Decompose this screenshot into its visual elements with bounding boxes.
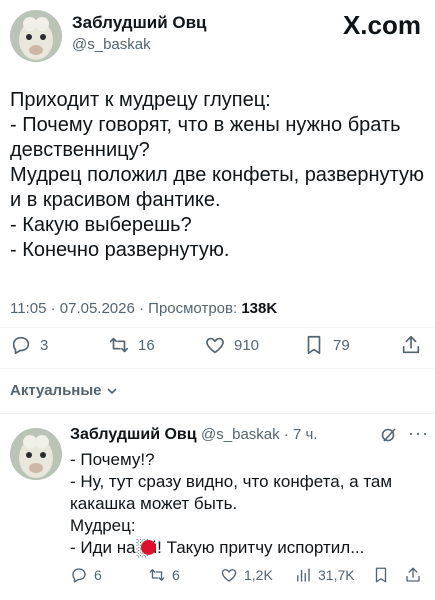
tweet-meta: 11:05 · 07.05.2026 · Просмотров: 138K <box>10 300 277 317</box>
bookmark-icon <box>375 567 387 583</box>
chevron-down-icon <box>106 387 117 394</box>
tweet-line: Приходит к мудрецу глупец: <box>10 89 271 111</box>
reply-line: Мудрец: <box>70 516 136 535</box>
like-count: 910 <box>234 336 260 354</box>
tweet-line: - Какую выберешь? <box>10 214 192 236</box>
tweet-line: - Конечно развернутую. <box>10 239 230 261</box>
reply-header: Заблудший Овц @s_baskak · 7 ч. <box>70 426 317 444</box>
repost-icon <box>109 337 129 353</box>
tweet-line: и в красивом фантике. <box>10 189 221 211</box>
reply-text: - Почему!? - Ну, тут сразу видно, что ко… <box>70 449 430 559</box>
reply-repost-button[interactable]: 6 <box>148 566 180 584</box>
tweet-timestamp[interactable]: 11:05 · 07.05.2026 · Просмотров: <box>10 300 237 317</box>
author-name[interactable]: Заблудший Овц <box>72 13 207 33</box>
reply-like-count: 1,2K <box>244 567 273 583</box>
reply-line: - Ну, тут сразу видно, что конфета, а та… <box>70 472 393 491</box>
reply-line: какашка может быть. <box>70 494 238 513</box>
views-icon <box>297 568 310 582</box>
reply-line: - Иди на░й! Такую притчу испортил... <box>70 538 365 557</box>
redaction-mark <box>141 540 156 555</box>
like-button[interactable]: 910 <box>204 334 259 356</box>
repost-icon <box>149 569 165 581</box>
tweet-text: Приходит к мудрецу глупец: - Почему гово… <box>10 88 430 263</box>
divider <box>0 368 435 369</box>
view-count: 138K <box>241 300 278 317</box>
reply-bookmark-button[interactable] <box>372 566 390 584</box>
tweet-line: девственницу? <box>10 139 150 161</box>
reply-line: - Почему!? <box>70 450 155 469</box>
bookmark-icon <box>307 335 321 355</box>
reply-repost-count: 6 <box>172 567 180 583</box>
sort-selector[interactable]: Актуальные <box>10 382 118 399</box>
heart-icon <box>221 569 237 582</box>
bookmark-button[interactable]: 79 <box>303 334 350 356</box>
reply-icon <box>72 568 86 583</box>
repost-count: 16 <box>138 336 155 354</box>
author-avatar[interactable] <box>10 10 62 62</box>
reply-icon <box>12 336 30 355</box>
tweet-line: - Почему говорят, что в жены нужно брать <box>10 114 401 136</box>
sort-label: Актуальные <box>10 382 102 399</box>
reply-views-count: 31,7K <box>318 567 355 583</box>
reply-like-button[interactable]: 1,2K <box>220 566 273 584</box>
x-logo: X.com <box>342 10 421 40</box>
reply-share-button[interactable] <box>404 566 422 584</box>
reply-views-button[interactable]: 31,7K <box>294 566 355 584</box>
reply-reply-count: 6 <box>94 567 102 583</box>
share-button[interactable] <box>400 334 422 356</box>
repost-button[interactable]: 16 <box>108 334 155 356</box>
grok-icon[interactable] <box>380 426 398 449</box>
divider <box>0 413 435 414</box>
author-handle[interactable]: @s_baskak <box>72 36 151 53</box>
reply-button[interactable]: 3 <box>10 334 48 356</box>
reply-handle-time[interactable]: @s_baskak · 7 ч. <box>201 426 317 443</box>
reply-reply-button[interactable]: 6 <box>70 566 102 584</box>
reply-author-name[interactable]: Заблудший Овц <box>70 426 197 443</box>
share-icon <box>406 567 420 582</box>
divider <box>0 327 435 328</box>
heart-icon <box>206 337 224 354</box>
reply-count: 3 <box>40 336 49 354</box>
tweet-line: Мудрец положил две конфеты, развернутую <box>10 164 424 186</box>
bookmark-count: 79 <box>333 336 350 354</box>
share-icon <box>402 335 420 354</box>
reply-avatar[interactable] <box>10 428 62 480</box>
more-options-icon[interactable]: ··· <box>408 423 429 444</box>
